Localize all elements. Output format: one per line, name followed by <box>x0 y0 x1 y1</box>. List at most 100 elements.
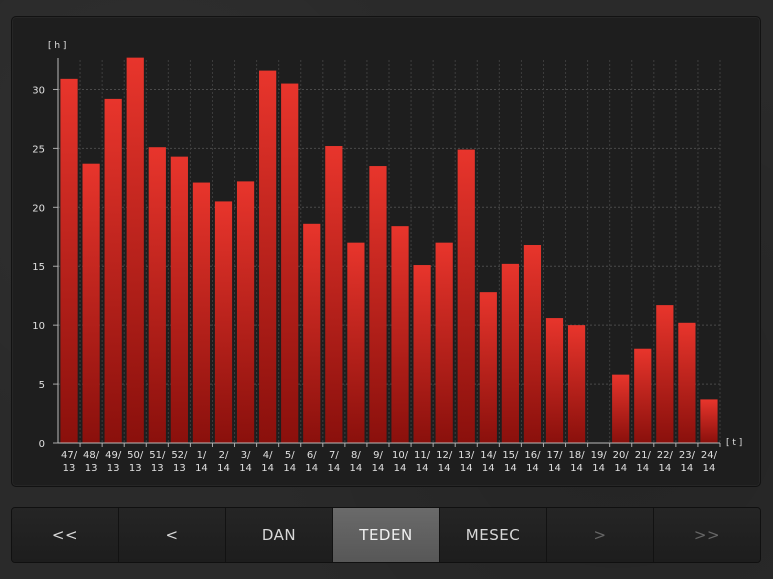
x-tick-label: 14 <box>416 463 429 474</box>
y-tick-label: 15 <box>32 262 45 273</box>
x-tick-label: 52/ <box>171 450 188 461</box>
bar <box>126 57 144 444</box>
y-tick-label: 0 <box>39 439 45 450</box>
x-tick-label: 19/ <box>591 450 608 461</box>
x-tick-label: 14 <box>372 463 385 474</box>
bar <box>545 318 564 443</box>
x-tick-label: 18/ <box>569 450 586 461</box>
x-tick-label: 14 <box>548 463 561 474</box>
x-tick-label: 14 <box>460 463 473 474</box>
x-tick-label: 47/ <box>61 450 78 461</box>
x-tick-label: 14 <box>261 463 274 474</box>
x-tick-label: 14 <box>681 463 694 474</box>
bar <box>391 226 409 443</box>
x-tick-label: 13/ <box>458 450 475 461</box>
x-tick-label: 4/ <box>263 450 273 461</box>
bar <box>612 374 630 443</box>
next-button[interactable]: > <box>547 508 654 562</box>
x-tick-label: 14 <box>504 463 517 474</box>
bar <box>656 305 674 443</box>
y-axis-label: [ h ] <box>48 41 66 51</box>
x-tick-label: 14 <box>438 463 451 474</box>
x-tick-label: 2/ <box>219 450 229 461</box>
x-tick-label: 48/ <box>83 450 100 461</box>
y-tick-label: 25 <box>32 144 45 155</box>
x-tick-label: 13 <box>85 463 98 474</box>
week-view-button[interactable]: TEDEN <box>333 508 440 562</box>
x-tick-label: 3/ <box>241 450 251 461</box>
x-tick-label: 13 <box>107 463 120 474</box>
bar <box>303 223 321 443</box>
bar <box>567 325 586 443</box>
bar <box>325 146 343 443</box>
x-tick-label: 6/ <box>307 450 317 461</box>
x-tick-label: 22/ <box>657 450 674 461</box>
x-tick-label: 49/ <box>105 450 122 461</box>
bar <box>634 348 652 443</box>
x-tick-label: 14 <box>482 463 495 474</box>
bar <box>501 263 519 443</box>
bar <box>60 78 78 444</box>
x-tick-label: 8/ <box>351 450 361 461</box>
month-view-button[interactable]: MESEC <box>440 508 547 562</box>
x-tick-label: 14/ <box>480 450 497 461</box>
chart-panel: 0 5 10 15 20 25 30 47/13 48/13 49/13 50/13 51/13 52/… <box>11 16 761 487</box>
x-tick-label: 14 <box>636 463 649 474</box>
x-tick-label: 14 <box>283 463 296 474</box>
x-tick-label: 7/ <box>329 450 339 461</box>
y-tick-label: 20 <box>32 203 45 214</box>
x-tick-label: 50/ <box>127 450 144 461</box>
bar <box>700 399 718 443</box>
x-tick-label: 14 <box>350 463 363 474</box>
x-tick-label: 5/ <box>285 450 295 461</box>
bar <box>369 166 387 444</box>
y-tick-label: 10 <box>32 321 45 332</box>
x-tick-label: 24/ <box>701 450 718 461</box>
x-tick-label: 14 <box>614 463 627 474</box>
bar <box>479 292 497 443</box>
bar <box>82 163 100 443</box>
x-tick-label: 14 <box>526 463 539 474</box>
x-tick-label: 13 <box>173 463 186 474</box>
x-tick-label: 12/ <box>436 450 453 461</box>
period-navigation: << < DAN TEDEN MESEC > >> <box>11 507 761 563</box>
x-tick-label: 14 <box>195 463 208 474</box>
x-tick-label: 13 <box>63 463 76 474</box>
x-tick-label: 51/ <box>149 450 166 461</box>
x-tick-label: 14 <box>570 463 583 474</box>
last-page-button[interactable]: >> <box>654 508 760 562</box>
x-tick-label: 13 <box>129 463 142 474</box>
x-tick-label: 11/ <box>414 450 431 461</box>
y-tick-label: 30 <box>32 85 45 96</box>
x-tick-label: 14 <box>394 463 407 474</box>
x-tick-label: 17/ <box>546 450 563 461</box>
first-page-button[interactable]: << <box>12 508 119 562</box>
x-tick-label: 14 <box>327 463 340 474</box>
bar <box>236 181 255 444</box>
bar <box>192 182 211 443</box>
x-tick-label: 23/ <box>679 450 696 461</box>
x-tick-label: 14 <box>658 463 671 474</box>
bar <box>214 201 233 443</box>
bar <box>170 156 188 443</box>
x-axis-label: [ t ] <box>726 438 742 448</box>
x-tick-label: 14 <box>217 463 230 474</box>
x-tick-label: 9/ <box>373 450 383 461</box>
bar <box>678 322 696 443</box>
bar <box>104 98 122 444</box>
x-tick-label: 16/ <box>524 450 541 461</box>
x-tick-label: 20/ <box>613 450 630 461</box>
x-tick-label: 13 <box>151 463 164 474</box>
bar <box>457 149 475 443</box>
x-tick-label: 14 <box>592 463 605 474</box>
day-view-button[interactable]: DAN <box>226 508 333 562</box>
previous-button[interactable]: < <box>119 508 226 562</box>
x-tick-label: 1/ <box>197 450 207 461</box>
y-tick-label: 5 <box>39 380 45 391</box>
bar <box>281 83 299 444</box>
x-tick-label: 15/ <box>502 450 519 461</box>
x-tick-label: 14 <box>703 463 716 474</box>
bar-chart: 0 5 10 15 20 25 30 47/13 48/13 49/13 50/13 51/13 52/… <box>32 41 742 474</box>
bar <box>347 242 365 443</box>
bar <box>259 70 277 444</box>
